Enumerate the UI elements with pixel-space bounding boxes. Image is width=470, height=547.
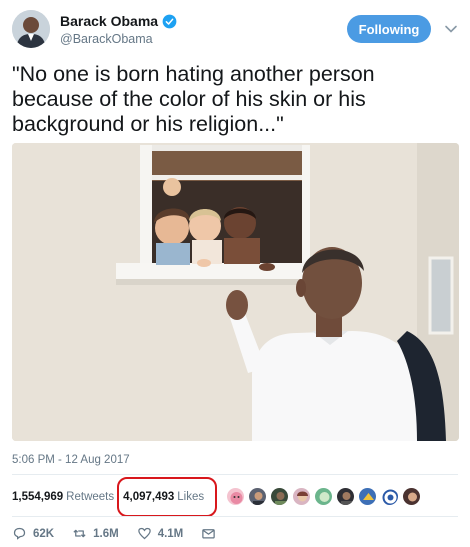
reply-count: 62K xyxy=(33,527,55,540)
message-action[interactable] xyxy=(201,526,216,541)
retweets-label: Retweets xyxy=(66,491,115,503)
retweets-count: 1,554,969 xyxy=(12,491,64,503)
liker-avatar[interactable] xyxy=(314,487,333,506)
name-row: Barack Obama xyxy=(60,13,177,29)
highlight-annotation xyxy=(117,477,217,517)
chevron-down-icon[interactable] xyxy=(444,22,458,36)
divider xyxy=(12,516,458,517)
liker-avatar[interactable] xyxy=(380,487,399,506)
tweet-text: "No one is born hating another person be… xyxy=(12,62,375,136)
divider xyxy=(12,474,458,475)
avatar[interactable] xyxy=(12,10,50,48)
retweet-count: 1.6M xyxy=(93,527,119,540)
following-button[interactable]: Following xyxy=(347,15,431,43)
liker-avatar[interactable] xyxy=(336,487,355,506)
reply-icon xyxy=(13,527,26,540)
likers-avatars xyxy=(226,487,421,506)
retweets-stat[interactable]: 1,554,969 Retweets xyxy=(12,491,114,503)
user-handle[interactable]: @BarackObama xyxy=(60,32,153,46)
tweet-photo[interactable] xyxy=(12,143,459,441)
tweet-actions: 62K 1.6M 4.1M xyxy=(12,526,234,541)
liker-avatar[interactable] xyxy=(226,487,245,506)
like-action[interactable]: 4.1M xyxy=(137,526,184,541)
envelope-icon xyxy=(202,529,216,539)
liker-avatar[interactable] xyxy=(270,487,289,506)
retweet-icon xyxy=(73,529,86,538)
retweet-action[interactable]: 1.6M xyxy=(72,526,119,541)
like-count: 4.1M xyxy=(157,527,184,540)
tweet-timestamp[interactable]: 5:06 PM - 12 Aug 2017 xyxy=(12,454,130,466)
verified-badge-icon xyxy=(162,14,177,28)
heart-icon xyxy=(137,527,151,540)
reply-action[interactable]: 62K xyxy=(12,526,54,541)
tweet-header: Barack Obama @BarackObama Following xyxy=(12,10,458,54)
liker-avatar[interactable] xyxy=(292,487,311,506)
liker-avatar[interactable] xyxy=(358,487,377,506)
liker-avatar[interactable] xyxy=(402,487,421,506)
display-name[interactable]: Barack Obama xyxy=(60,13,158,29)
liker-avatar[interactable] xyxy=(248,487,267,506)
